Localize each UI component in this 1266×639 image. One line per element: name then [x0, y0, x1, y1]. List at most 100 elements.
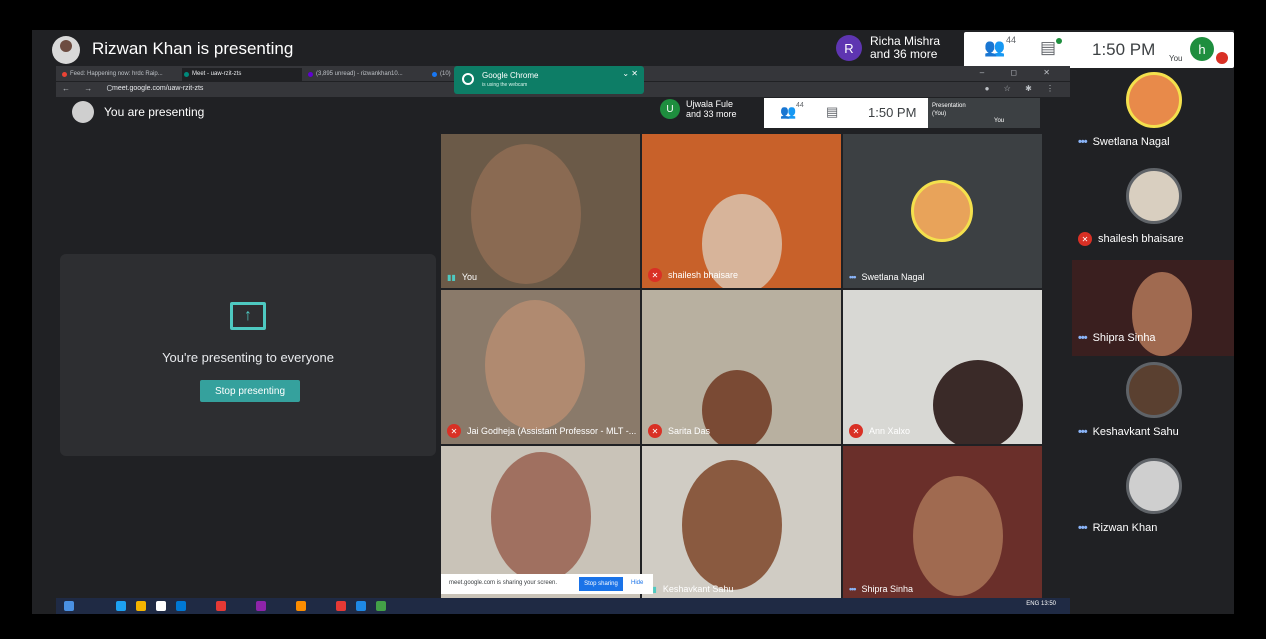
tab-feed[interactable]: Feed: Happening now: hrdc Raip... — [60, 68, 180, 81]
sidebar-participant[interactable]: ••• Keshavkant Sahu — [1072, 358, 1234, 454]
presenter-avatar — [52, 36, 80, 64]
gmail-icon — [62, 72, 67, 77]
url-field[interactable]: meet.google.com/uaw-rzit-zts — [112, 85, 203, 92]
extension-icons[interactable]: ● ☆ ✱ ⋮ — [985, 84, 1060, 93]
self-avatar[interactable]: h — [1190, 37, 1214, 61]
people-icon[interactable]: 👥 — [984, 38, 1005, 58]
inner-chip-line1: Ujwala Fule — [686, 99, 734, 109]
participant-label: ✕ shailesh bhaisare — [1078, 232, 1184, 246]
presentation-label: Presentation — [932, 103, 966, 109]
video-grid: ▮▮ You ✕ shailesh bhaisare ••• Swetlana Nag… — [441, 134, 1042, 600]
window-controls[interactable]: – ◻ ✕ — [980, 68, 1062, 77]
participant-avatar — [1126, 458, 1182, 514]
more-options-icon[interactable]: ••• — [1078, 332, 1088, 344]
participants-sidebar: ••• Swetlana Nagal ✕ shailesh bhaisare •••… — [1072, 68, 1234, 614]
tile-name: You — [461, 272, 477, 282]
participant-video — [485, 300, 585, 430]
tile-label: ▮▮Keshavkant Sahu — [648, 584, 733, 594]
hide-link[interactable]: Hide — [631, 580, 643, 586]
present-screen-icon: ↑ — [230, 302, 266, 330]
more-options-icon[interactable]: ••• — [1078, 136, 1088, 148]
video-tile[interactable]: ••• Swetlana Nagal — [843, 134, 1042, 288]
notification-sub: is using the webcam — [482, 82, 528, 88]
more-options-icon[interactable]: ••• — [849, 272, 857, 282]
presenting-message: You're presenting to everyone — [162, 350, 334, 365]
chat-icon[interactable]: ▤ — [1040, 38, 1056, 58]
close-icon[interactable]: ⌄ ✕ — [622, 69, 638, 78]
app-icon[interactable] — [216, 601, 226, 611]
speaking-icon: ▮▮ — [447, 272, 456, 282]
presentation-you-label: (You) — [932, 111, 947, 117]
mic-off-icon: ✕ — [648, 424, 662, 438]
inner-you-label: You — [994, 118, 1005, 124]
self-label: You — [1169, 54, 1183, 63]
video-tile[interactable]: ✕ Sarita Das — [642, 290, 841, 444]
more-options-icon[interactable]: ••• — [1078, 522, 1088, 534]
sidebar-participant-video[interactable]: ••• Shipra Sinha — [1072, 260, 1234, 356]
inner-clock: 1:50 PM — [868, 105, 917, 120]
windows-taskbar: ENG 13:50 — [56, 598, 1070, 614]
stop-sharing-button[interactable]: Stop sharing — [579, 577, 623, 591]
webcam-notification[interactable]: Google Chrome is using the webcam ⌄ ✕ — [454, 66, 644, 94]
app-icon[interactable] — [356, 601, 366, 611]
meet-window: Rizwan Khan is presenting R Richa Mishra… — [32, 30, 1234, 614]
windows-start-icon[interactable] — [64, 601, 74, 611]
people-count: 44 — [1006, 35, 1017, 45]
folder-icon[interactable] — [136, 601, 146, 611]
tab-mail[interactable]: (3,895 unread) - rizwankhan10... — [306, 68, 426, 81]
presenting-card: ↑ You're presenting to everyone Stop pre… — [60, 254, 436, 456]
participant-video — [702, 370, 772, 444]
app-icon[interactable] — [296, 601, 306, 611]
participant-label: ••• Swetlana Nagal — [1078, 136, 1170, 148]
tile-name: Jai Godheja (Assistant Professor - MLT -… — [467, 426, 637, 436]
tab-meet[interactable]: Meet - uaw-rzit-zts — [182, 68, 302, 81]
inner-self-thumbnail: Presentation (You) You — [928, 98, 1040, 128]
video-tile[interactable]: ✕ shailesh bhaisare — [642, 134, 841, 288]
participant-video — [682, 460, 782, 590]
video-tile[interactable]: ✕ Jai Godheja (Assistant Professor - MLT … — [441, 290, 640, 444]
more-options-icon[interactable]: ••• — [1078, 426, 1088, 438]
people-icon[interactable]: 👥 — [780, 104, 796, 120]
shared-browser-window: Feed: Happening now: hrdc Raip... Meet -… — [56, 66, 1070, 614]
tab-label: (3,895 unread) - rizwankhan10... — [316, 71, 403, 77]
sidebar-participant[interactable]: ••• Rizwan Khan — [1072, 454, 1234, 550]
inner-presentation-label: Presentation (You) — [932, 102, 966, 118]
tile-label: ••• Swetlana Nagal — [849, 272, 925, 282]
chat-icon[interactable]: ▤ — [826, 104, 838, 120]
participant-label: ••• Shipra Sinha — [1078, 332, 1156, 344]
sidebar-participant[interactable]: ••• Swetlana Nagal — [1072, 68, 1234, 164]
mic-off-icon — [1216, 52, 1228, 64]
tile-label: ••• Shipra Sinha — [849, 584, 913, 594]
app-icon[interactable] — [336, 601, 346, 611]
meet-icon — [184, 72, 189, 77]
participant-name: shailesh bhaisare — [1098, 233, 1184, 245]
mail-icon[interactable] — [176, 601, 186, 611]
nav-buttons[interactable]: ← → C — [62, 84, 118, 93]
edge-icon[interactable] — [116, 601, 126, 611]
video-tile[interactable]: ✕ Ann Xalxo — [843, 290, 1042, 444]
sidebar-participant[interactable]: ✕ shailesh bhaisare — [1072, 164, 1234, 260]
tile-name: Swetlana Nagal — [861, 272, 925, 282]
video-tile[interactable]: ▮▮ You — [441, 134, 640, 288]
video-tile[interactable]: ••• Shipra Sinha — [843, 446, 1042, 600]
video-tile[interactable]: ▮▮Keshavkant Sahu — [642, 446, 841, 600]
app-icon[interactable] — [256, 601, 266, 611]
tile-label: ✕ Sarita Das — [648, 424, 710, 438]
participant-avatar — [1126, 362, 1182, 418]
inner-participants-chip[interactable]: U Ujwala Fule and 33 more — [660, 99, 737, 119]
tile-name: Sarita Das — [668, 426, 711, 436]
stop-presenting-button[interactable]: Stop presenting — [200, 380, 300, 402]
inner-chip-line2: and 33 more — [686, 109, 737, 119]
more-options-icon[interactable]: ••• — [849, 584, 857, 594]
presenter-title: Rizwan Khan is presenting — [92, 39, 294, 58]
store-icon[interactable] — [156, 601, 166, 611]
participants-chip[interactable]: R Richa Mishra and 36 more — [836, 35, 940, 61]
mic-off-icon: ✕ — [447, 424, 461, 438]
inner-participant-avatar: U — [660, 99, 680, 119]
chrome-icon[interactable] — [376, 601, 386, 611]
tab-label: (10) — [440, 71, 451, 77]
participant-name: Swetlana Nagal — [1092, 136, 1170, 148]
facebook-icon — [432, 72, 437, 77]
mic-off-icon: ✕ — [1078, 232, 1092, 246]
tile-name: Keshavkant Sahu — [662, 584, 734, 594]
